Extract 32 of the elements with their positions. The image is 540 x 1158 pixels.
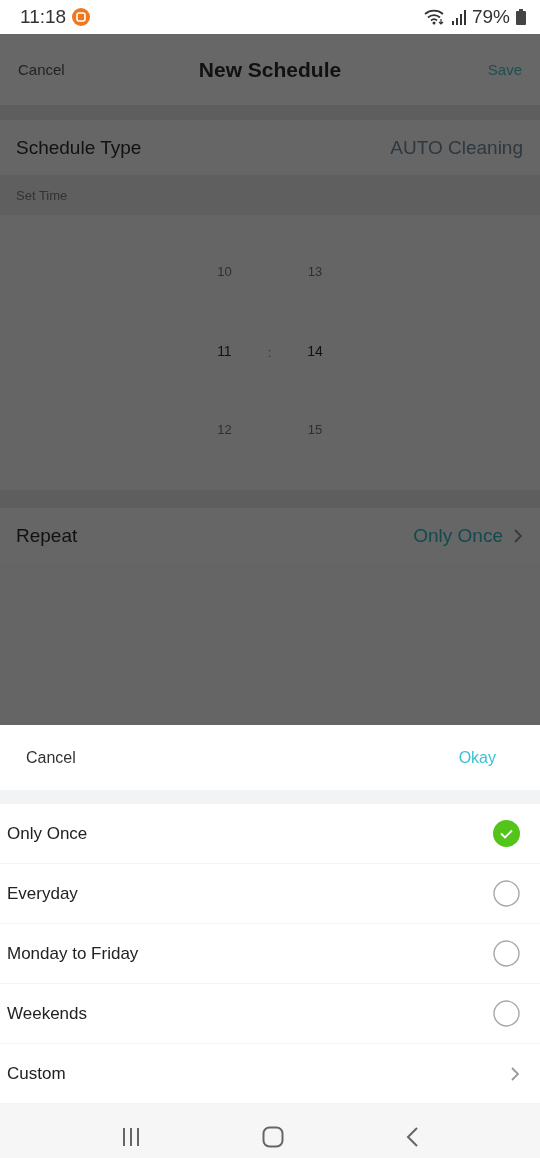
radio-button[interactable]	[493, 880, 520, 907]
chevron-icon	[510, 1065, 520, 1082]
time-separator: :	[267, 345, 272, 360]
battery-icon	[516, 9, 526, 25]
cancel-button[interactable]: Cancel	[18, 61, 65, 78]
okay-button[interactable]: Okay	[458, 748, 496, 767]
option-label[interactable]: Only Once	[7, 823, 493, 844]
option-label[interactable]: Weekends	[7, 1003, 493, 1024]
schedule-type-label: Schedule Type	[16, 136, 143, 159]
screen-title: New Schedule	[198, 57, 342, 82]
battery-percent: 79%	[471, 6, 510, 28]
wifi-icon	[423, 9, 446, 25]
recent-apps-icon[interactable]	[120, 1126, 141, 1147]
repeat-value[interactable]: Only Once	[413, 524, 503, 547]
chevron-icon	[513, 527, 523, 544]
cancel-button[interactable]: Cancel	[26, 748, 76, 766]
repeat-label: Repeat	[16, 524, 79, 547]
schedule-type-value[interactable]: AUTO Cleaning	[390, 136, 523, 159]
minutes-value[interactable]: 14	[307, 343, 323, 362]
option-label[interactable]: Custom	[7, 1063, 500, 1084]
radio-button[interactable]	[493, 940, 520, 967]
clock: 11:18	[20, 6, 67, 28]
save-button[interactable]: Save	[487, 61, 522, 78]
option-label[interactable]: Everyday	[7, 883, 493, 904]
option-label[interactable]: Monday to Friday	[7, 943, 493, 964]
checked-radio[interactable]	[493, 820, 520, 847]
back-icon[interactable]	[405, 1125, 420, 1148]
hours-value[interactable]: 11	[217, 343, 232, 362]
signal-icon	[451, 9, 466, 25]
radio-button[interactable]	[493, 1000, 520, 1027]
home-icon[interactable]	[262, 1125, 284, 1148]
app-notification-icon	[72, 8, 91, 26]
